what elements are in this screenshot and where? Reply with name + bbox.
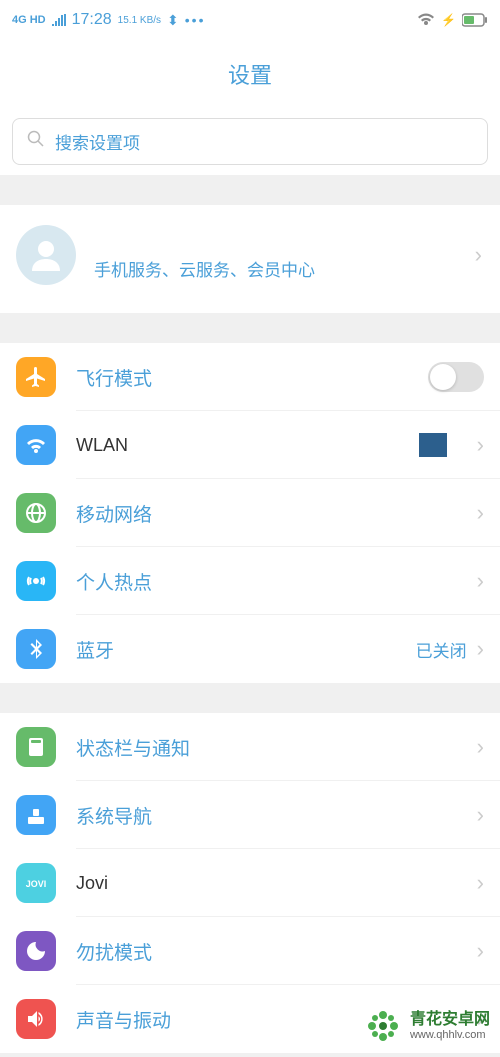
airplane-label: 飞行模式 xyxy=(76,364,428,391)
bluetooth-icon xyxy=(16,629,56,669)
battery-icon xyxy=(462,13,488,27)
bluetooth-label: 蓝牙 xyxy=(76,636,416,663)
wlan-row[interactable]: WLAN › xyxy=(0,411,500,479)
dnd-label: 勿扰模式 xyxy=(76,938,477,965)
chevron-right-icon: › xyxy=(477,734,484,760)
wifi-icon xyxy=(417,13,435,27)
signal-bars-icon xyxy=(52,14,66,26)
jovi-label: Jovi xyxy=(76,873,477,894)
page-title: 设置 xyxy=(0,40,500,108)
system-nav-row[interactable]: 系统导航 › xyxy=(0,781,500,849)
settings-group-2: 状态栏与通知 › 系统导航 › JOVI Jovi › 勿扰模式 › 声音与振动… xyxy=(0,713,500,1053)
navigation-icon xyxy=(16,795,56,835)
status-left: 4G HD 17:28 15.1 KB/s ⬍ ••• xyxy=(12,11,205,29)
chevron-right-icon: › xyxy=(477,500,484,526)
bluetooth-row[interactable]: 蓝牙 已关闭 › xyxy=(0,615,500,683)
chevron-right-icon: › xyxy=(477,802,484,828)
account-subtitle: 手机服务、云服务、会员中心 xyxy=(94,256,315,281)
status-time: 17:28 xyxy=(72,11,112,29)
jovi-row[interactable]: JOVI Jovi › xyxy=(0,849,500,917)
hotspot-label: 个人热点 xyxy=(76,568,477,595)
chevron-right-icon: › xyxy=(475,242,482,268)
avatar xyxy=(16,225,76,285)
status-speed: 15.1 KB/s xyxy=(118,15,161,26)
hotspot-icon xyxy=(16,561,56,601)
globe-icon xyxy=(16,493,56,533)
search-input[interactable]: 搜索设置项 xyxy=(12,118,488,165)
status-bar-row[interactable]: 状态栏与通知 › xyxy=(0,713,500,781)
search-section: 搜索设置项 xyxy=(0,108,500,175)
airplane-icon xyxy=(16,357,56,397)
chevron-right-icon: › xyxy=(477,870,484,896)
chevron-right-icon: › xyxy=(477,938,484,964)
search-placeholder: 搜索设置项 xyxy=(55,129,140,154)
watermark-title: 青花安卓网 xyxy=(410,1011,490,1029)
mobile-network-row[interactable]: 移动网络 › xyxy=(0,479,500,547)
speaker-icon xyxy=(16,999,56,1039)
settings-group-1: 飞行模式 WLAN › 移动网络 › 个人热点 › 蓝牙 已关闭 › xyxy=(0,343,500,683)
usb-icon: ⬍ xyxy=(167,12,179,29)
search-icon xyxy=(27,130,45,153)
airplane-toggle[interactable] xyxy=(428,362,484,392)
chevron-right-icon: › xyxy=(477,568,484,594)
watermark-logo-icon xyxy=(362,1005,404,1047)
toggle-knob xyxy=(430,364,456,390)
bluetooth-value: 已关闭 xyxy=(416,637,467,662)
signal-indicator: 4G HD xyxy=(12,14,46,26)
spacer xyxy=(0,313,500,343)
status-right: ⚡ xyxy=(417,13,488,27)
watermark: 青花安卓网 www.qhhlv.com xyxy=(362,1005,490,1047)
notification-icon xyxy=(16,727,56,767)
wlan-badge xyxy=(419,433,447,457)
chevron-right-icon: › xyxy=(477,636,484,662)
status-bar: 4G HD 17:28 15.1 KB/s ⬍ ••• ⚡ xyxy=(0,0,500,40)
charging-icon: ⚡ xyxy=(441,13,456,27)
chevron-right-icon: › xyxy=(477,432,484,458)
svg-text:JOVI: JOVI xyxy=(26,879,47,889)
wlan-icon xyxy=(16,425,56,465)
watermark-url: www.qhhlv.com xyxy=(410,1029,490,1041)
mobile-label: 移动网络 xyxy=(76,500,477,527)
wlan-label: WLAN xyxy=(76,435,419,456)
hotspot-row[interactable]: 个人热点 › xyxy=(0,547,500,615)
more-icon: ••• xyxy=(185,12,206,28)
airplane-mode-row[interactable]: 飞行模式 xyxy=(0,343,500,411)
spacer xyxy=(0,175,500,205)
status-label: 状态栏与通知 xyxy=(76,734,477,761)
jovi-icon: JOVI xyxy=(16,863,56,903)
spacer xyxy=(0,683,500,713)
dnd-row[interactable]: 勿扰模式 › xyxy=(0,917,500,985)
moon-icon xyxy=(16,931,56,971)
account-row[interactable]: 手机服务、云服务、会员中心 › xyxy=(0,205,500,313)
nav-label: 系统导航 xyxy=(76,802,477,829)
